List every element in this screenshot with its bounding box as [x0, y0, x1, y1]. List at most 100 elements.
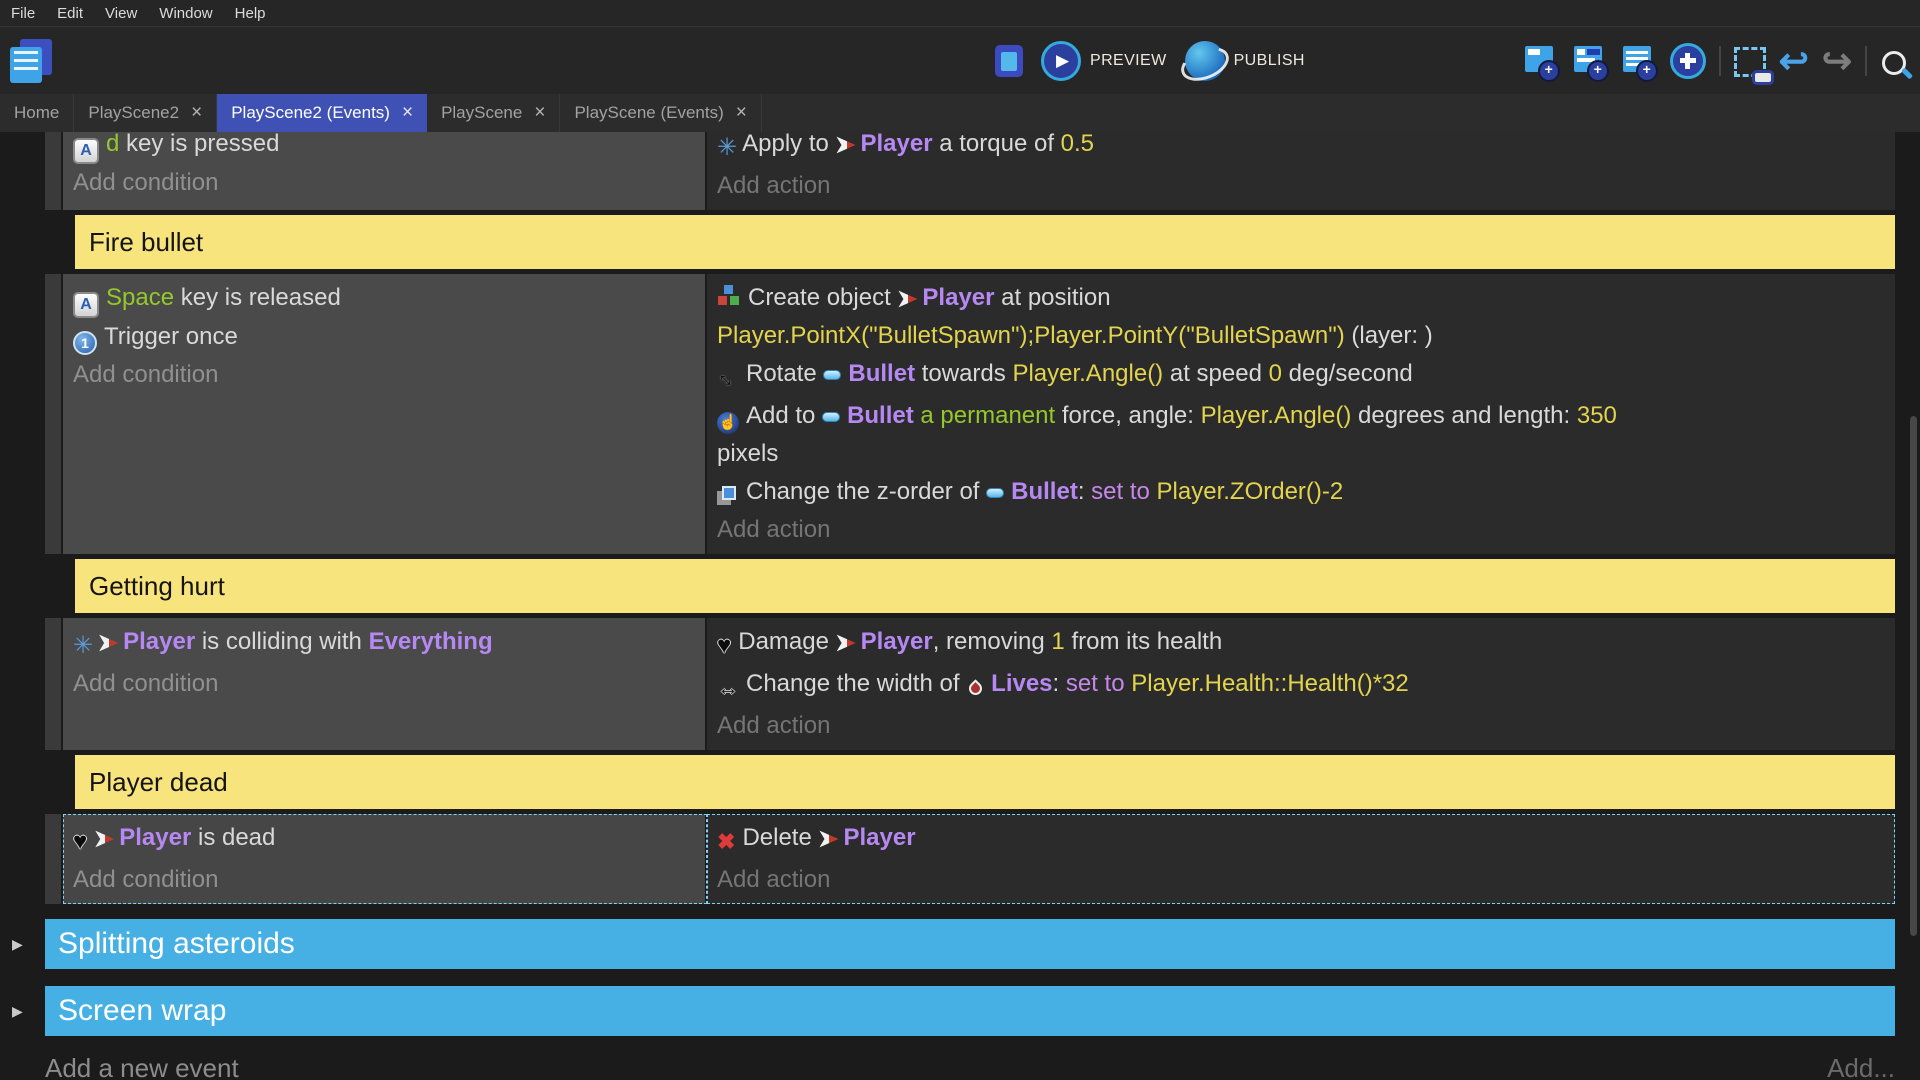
add-subevent-icon[interactable] [1572, 43, 1608, 79]
add-more-link[interactable]: Add... [1827, 1053, 1895, 1080]
heart-icon: ♥ [73, 823, 87, 861]
close-icon[interactable]: × [402, 102, 413, 124]
action[interactable]: Change the z-order of Bullet: set to Pla… [717, 473, 1895, 511]
main-toolbar: ▶ PREVIEW PUBLISH ↩ ↪ [0, 27, 1920, 94]
bullet-icon [823, 370, 841, 380]
add-comment-icon[interactable] [1621, 43, 1657, 79]
toolbar-separator [1719, 46, 1721, 76]
comment-getting-hurt[interactable]: Getting hurt [75, 559, 1895, 613]
comment-player-dead[interactable]: Player dead [75, 755, 1895, 809]
add-condition-link[interactable]: Add condition [73, 164, 705, 202]
add-condition-link[interactable]: Add condition [73, 665, 705, 703]
close-icon[interactable]: × [191, 102, 202, 124]
condition[interactable]: ♥Player is dead [73, 819, 705, 861]
action[interactable]: ↔Change the width of Lives: set to Playe… [717, 665, 1895, 707]
add-event-icon[interactable] [1523, 43, 1559, 79]
preview-label: PREVIEW [1090, 52, 1167, 70]
menu-item-window[interactable]: Window [148, 5, 223, 22]
force-icon: ☝ [717, 412, 739, 434]
player-icon [98, 633, 118, 653]
debugger-icon[interactable] [995, 45, 1023, 77]
event-row-selected: ♥Player is dead Add condition ✖Delete Pl… [45, 814, 1895, 904]
player-icon [897, 289, 917, 309]
condition[interactable]: 1Trigger once [73, 318, 705, 356]
publish-button[interactable]: PUBLISH [1185, 41, 1305, 81]
create-object-icon [717, 283, 741, 309]
toolbar-separator [1865, 46, 1867, 76]
redo-icon: ↪ [1822, 43, 1852, 79]
condition[interactable]: ASpace key is released [73, 279, 705, 318]
action[interactable]: ✖Delete Player [717, 819, 1895, 861]
conditions-cell: ✳Player is colliding with Everything Add… [63, 618, 707, 750]
keyboard-key-icon: A [73, 292, 99, 318]
conditions-cell: ASpace key is released 1Trigger once Add… [63, 274, 707, 554]
action[interactable]: ✳Apply to Player a torque of 0.5 [717, 132, 1895, 167]
conditions-cell: Ad key is pressed Add condition [63, 132, 707, 210]
add-action-link[interactable]: Add action [717, 861, 1895, 899]
add-action-link[interactable]: Add action [717, 707, 1895, 745]
tab-home[interactable]: Home [0, 94, 74, 132]
menu-bar: File Edit View Window Help [0, 0, 1920, 27]
undo-icon[interactable]: ↩ [1779, 43, 1809, 79]
lives-icon [966, 679, 984, 697]
menu-item-edit[interactable]: Edit [46, 5, 94, 22]
comment-fire-bullet[interactable]: Fire bullet [75, 215, 1895, 269]
trigger-once-icon: 1 [73, 331, 97, 355]
toolbar-center: ▶ PREVIEW PUBLISH [995, 27, 1305, 94]
search-icon[interactable] [1882, 51, 1906, 75]
physics-icon: ✳ [717, 132, 737, 167]
add-action-link[interactable]: Add action [717, 167, 1895, 205]
player-icon [836, 633, 856, 653]
physics-icon: ✳ [73, 627, 93, 665]
publish-label: PUBLISH [1234, 52, 1305, 70]
player-icon [94, 829, 114, 849]
actions-cell: Create object Player at positionPlayer.P… [707, 274, 1895, 554]
tab-playscene2[interactable]: PlayScene2 × [74, 94, 217, 132]
menu-item-view[interactable]: View [94, 5, 148, 22]
add-new-event-link[interactable]: Add a new event [45, 1053, 239, 1080]
action[interactable]: ♥Damage Player, removing 1 from its heal… [717, 623, 1895, 665]
menu-item-help[interactable]: Help [224, 5, 277, 22]
preview-play-icon: ▶ [1041, 41, 1081, 81]
vertical-scrollbar[interactable] [1910, 416, 1917, 936]
add-circle-icon[interactable] [1670, 43, 1706, 79]
rotate-icon: ↔ [707, 357, 749, 399]
bullet-icon [822, 412, 840, 422]
action[interactable]: ☝Add to Bullet a permanent force, angle:… [717, 397, 1895, 473]
condition[interactable]: ✳Player is colliding with Everything [73, 623, 705, 665]
add-action-link[interactable]: Add action [717, 511, 1895, 549]
event-drag-handle[interactable] [45, 132, 61, 210]
preview-button[interactable]: ▶ PREVIEW [1041, 41, 1167, 81]
event-drag-handle[interactable] [45, 274, 61, 554]
player-icon [836, 135, 856, 155]
add-condition-link[interactable]: Add condition [73, 861, 705, 899]
collapse-arrow-icon[interactable]: ▶ [12, 1003, 23, 1020]
close-icon[interactable]: × [534, 102, 545, 124]
event-row: ✳Player is colliding with Everything Add… [45, 618, 1895, 750]
width-icon: ↔ [717, 669, 739, 707]
conditions-cell: ♥Player is dead Add condition [63, 814, 707, 904]
event-drag-handle[interactable] [45, 618, 61, 750]
actions-cell: ✳Apply to Player a torque of 0.5 Add act… [707, 132, 1895, 210]
action[interactable]: ↔Rotate Bullet towards Player.Angle() at… [717, 355, 1895, 397]
condition[interactable]: Ad key is pressed [73, 132, 705, 164]
player-icon [818, 829, 838, 849]
actions-cell: ✖Delete Player Add action [707, 814, 1895, 904]
tab-playscene-events[interactable]: PlayScene (Events) × [560, 94, 761, 132]
tab-playscene2-events[interactable]: PlayScene2 (Events) × [217, 94, 427, 132]
menu-item-file[interactable]: File [0, 5, 46, 22]
select-instructions-icon[interactable] [1734, 47, 1766, 77]
gdevelop-logo-icon [8, 38, 54, 84]
event-drag-handle[interactable] [45, 814, 61, 904]
add-condition-link[interactable]: Add condition [73, 356, 705, 394]
collapse-arrow-icon[interactable]: ▶ [12, 936, 23, 953]
action[interactable]: Create object Player at positionPlayer.P… [717, 279, 1895, 355]
tab-playscene[interactable]: PlayScene × [427, 94, 560, 132]
group-splitting-asteroids[interactable]: ▶ Splitting asteroids [45, 919, 1895, 969]
group-screen-wrap[interactable]: ▶ Screen wrap [45, 986, 1895, 1036]
event-row: ASpace key is released 1Trigger once Add… [45, 274, 1895, 554]
close-icon[interactable]: × [736, 102, 747, 124]
publish-planet-icon [1185, 41, 1225, 81]
zorder-icon [722, 486, 736, 500]
event-row: Ad key is pressed Add condition ✳Apply t… [45, 132, 1895, 210]
